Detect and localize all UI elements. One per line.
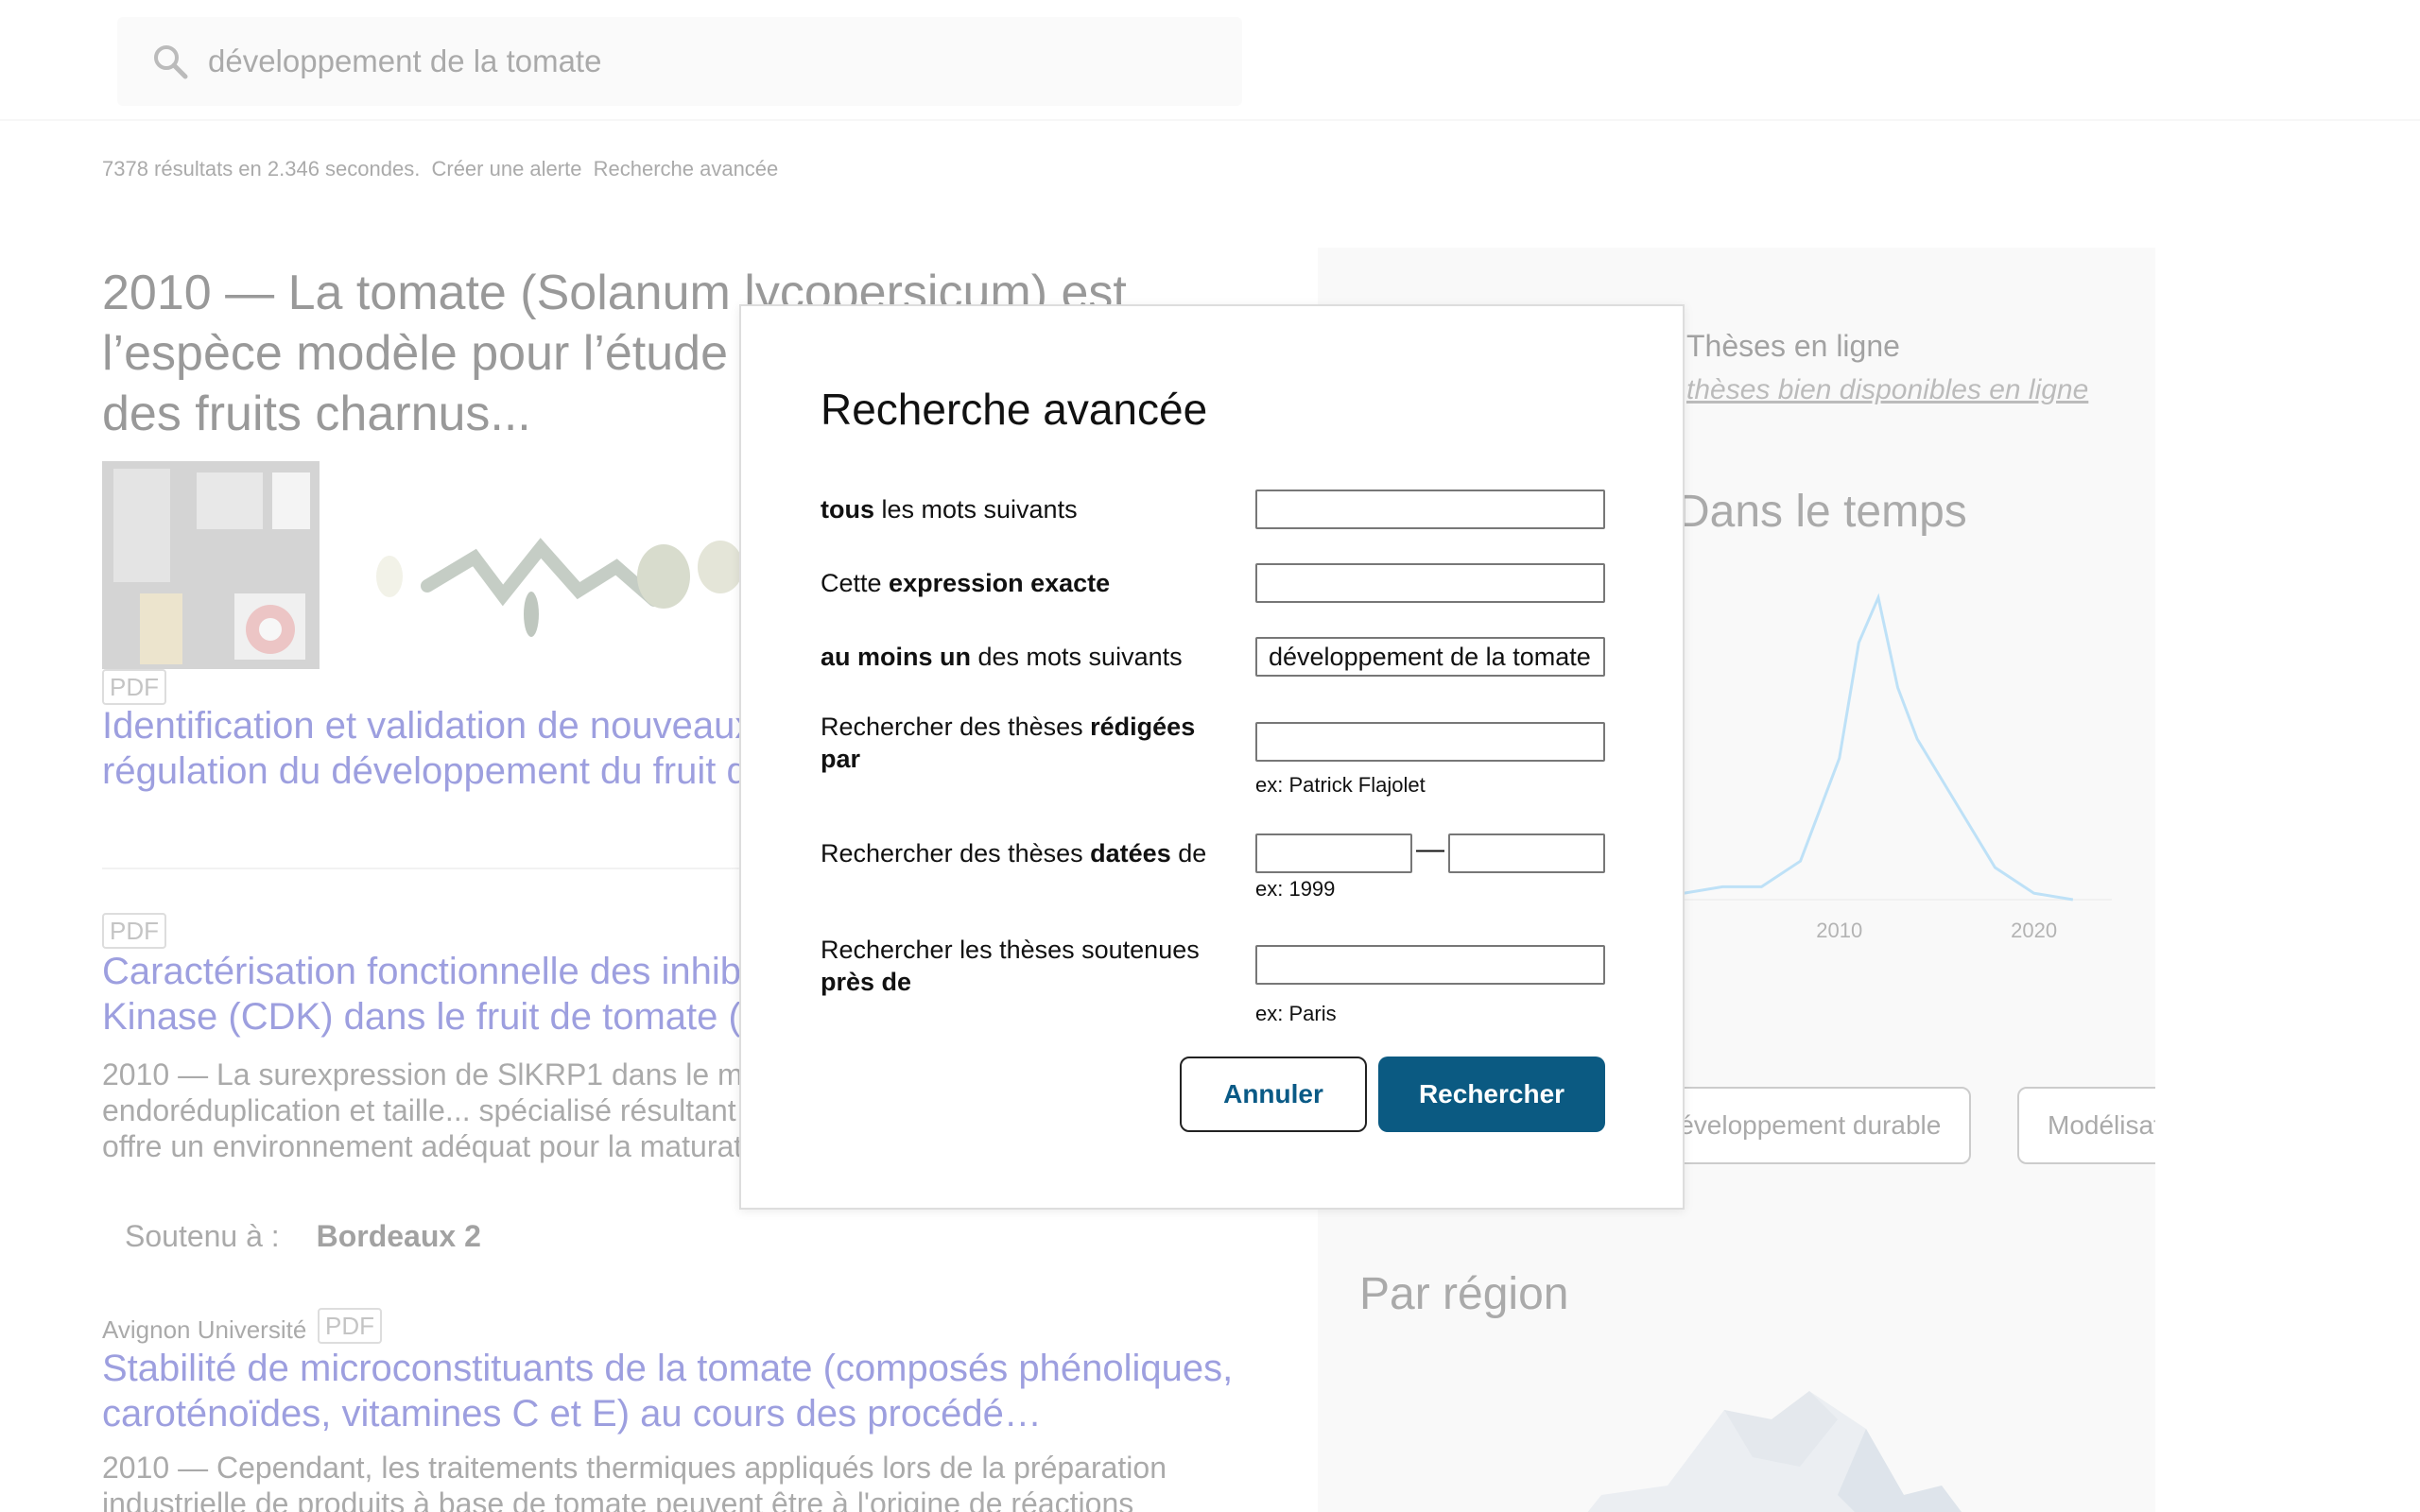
page: 7378 résultats en 2.346 secondes. Créer …: [0, 0, 2420, 1512]
author-hint: ex: Patrick Flajolet: [1255, 773, 1426, 797]
location-label: Rechercher les thèses soutenues près de: [821, 936, 1200, 996]
dialog-title: Recherche avancée: [821, 385, 1208, 434]
any-words-input[interactable]: [1255, 637, 1605, 677]
location-input[interactable]: [1255, 945, 1605, 985]
cancel-button[interactable]: Annuler: [1180, 1057, 1367, 1132]
date-range-dash: —: [1416, 833, 1444, 865]
any-words-label: au moins un des mots suivants: [821, 643, 1183, 671]
date-to-input[interactable]: [1448, 833, 1605, 873]
dates-label: Rechercher des thèses datées de: [821, 839, 1207, 868]
exact-phrase-label: Cette expression exacte: [821, 569, 1111, 597]
author-input[interactable]: [1255, 722, 1605, 762]
date-from-input[interactable]: [1255, 833, 1412, 873]
all-words-label: tous les mots suivants: [821, 495, 1078, 524]
dates-hint: ex: 1999: [1255, 877, 1336, 901]
search-submit-button[interactable]: Rechercher: [1378, 1057, 1605, 1132]
advanced-search-dialog: Recherche avancée tous les mots suivants…: [739, 304, 1685, 1210]
all-words-input[interactable]: [1255, 490, 1605, 529]
author-label: Rechercher des thèses rédigées par: [821, 713, 1196, 773]
exact-phrase-input[interactable]: [1255, 563, 1605, 603]
location-hint: ex: Paris: [1255, 1002, 1337, 1025]
